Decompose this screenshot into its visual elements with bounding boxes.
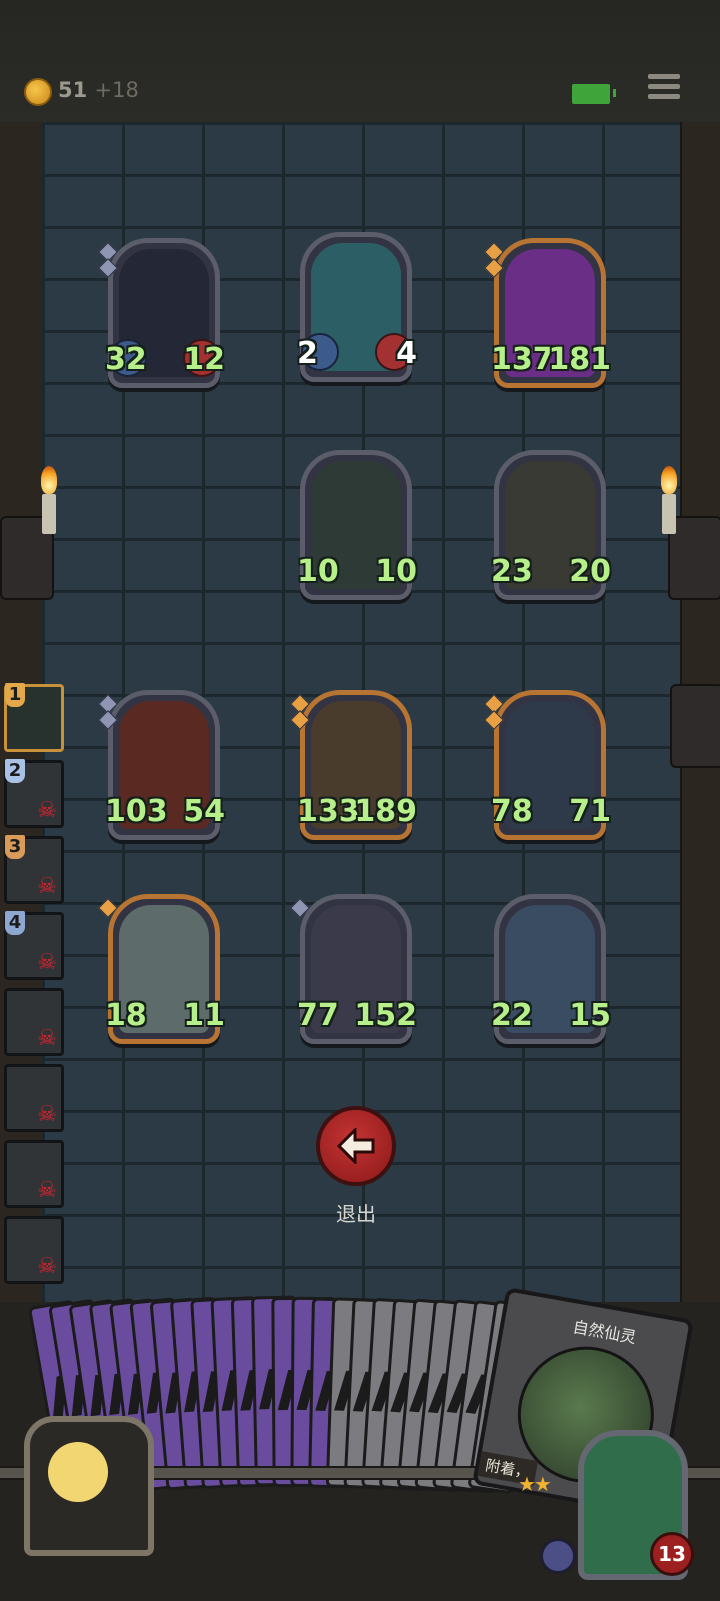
candle-icon [42,494,56,534]
card-attack: 18 [105,998,147,1033]
card-name: 自然仙灵 [571,1317,638,1348]
card-health: 54 [183,794,225,829]
board-card[interactable]: 2 4 [297,232,417,382]
card-health: 181 [548,342,611,377]
card-health: 152 [354,998,417,1033]
arrow-left-icon [336,1128,375,1164]
queue-item[interactable]: ☠ [4,988,64,1056]
queue-item[interactable]: ☠ [4,1064,64,1132]
card-attack: 2 [297,336,318,371]
board-card[interactable]: 133 189 [290,690,417,840]
queue-item[interactable]: 1 [4,683,64,752]
flame-icon [661,466,677,494]
card-attack: 32 [105,342,147,377]
card-health: 10 [375,554,417,589]
menu-icon-bar [648,74,680,79]
skull-icon: ☠ [37,1254,57,1279]
card-health: 71 [569,794,611,829]
skull-icon: ☠ [37,874,57,899]
coin-counter: 51 +18 [58,78,139,102]
skull-icon: ☠ [37,950,57,975]
card-attack: 103 [105,794,168,829]
card-attack: 10 [297,554,339,589]
shield-icon[interactable] [540,1538,576,1574]
board-card[interactable]: 103 54 [98,690,225,840]
flame-icon [41,466,57,494]
queue-item[interactable]: 3 ☠ [4,835,64,904]
card-attack: 137 [491,342,554,377]
card-health: 189 [354,794,417,829]
exit-button[interactable] [316,1106,396,1186]
queue-number: 1 [5,683,25,707]
moon-icon [48,1442,108,1502]
board-card[interactable]: 78 71 [484,690,611,840]
top-bar: 51 +18 [0,0,720,122]
board-card[interactable]: 77 152 [290,894,417,1044]
hero-portrait[interactable] [24,1416,154,1556]
menu-button[interactable] [648,74,680,106]
board-card[interactable]: 23 20 [491,450,611,600]
card-health: 4 [396,336,417,371]
card-attack: 23 [491,554,533,589]
coin-bonus: +18 [94,78,139,102]
queue-number: 4 [5,911,25,935]
board-card[interactable]: 137 181 [484,238,611,388]
queue-number: 3 [5,835,25,859]
battery-icon [570,82,616,106]
board-card[interactable]: 32 12 [98,238,225,388]
menu-icon-bar [648,84,680,89]
coin-icon [24,78,52,106]
boss-counter: 13 [650,1532,694,1576]
board-card[interactable]: 10 10 [297,450,417,600]
torch-left-icon [36,466,62,556]
skull-icon: ☠ [37,1178,57,1203]
card-health: 11 [183,998,225,1033]
door-latch [670,684,720,768]
board-card[interactable]: 18 11 [98,894,225,1044]
card-health: 12 [183,342,225,377]
torch-right-icon [656,466,682,556]
card-attack: 22 [491,998,533,1033]
queue-item[interactable]: ☠ [4,1216,64,1284]
skull-icon: ☠ [37,1026,57,1051]
card-attack: 78 [491,794,533,829]
card-attack: 77 [297,998,339,1033]
skull-icon: ☠ [37,1102,57,1127]
skull-icon: ☠ [37,798,57,823]
menu-icon-bar [648,94,680,99]
candle-icon [662,494,676,534]
card-health: 20 [569,554,611,589]
card-health: 15 [569,998,611,1033]
card-attack: 133 [297,794,360,829]
queue-item[interactable]: 2 ☠ [4,759,64,828]
exit-label: 退出 [336,1202,376,1226]
star-rating-icon: ★★ [518,1472,552,1496]
queue-item[interactable]: ☠ [4,1140,64,1208]
coin-amount: 51 [58,78,88,102]
board-card[interactable]: 22 15 [491,894,611,1044]
queue-item[interactable]: 4 ☠ [4,911,64,980]
queue-number: 2 [5,759,25,783]
